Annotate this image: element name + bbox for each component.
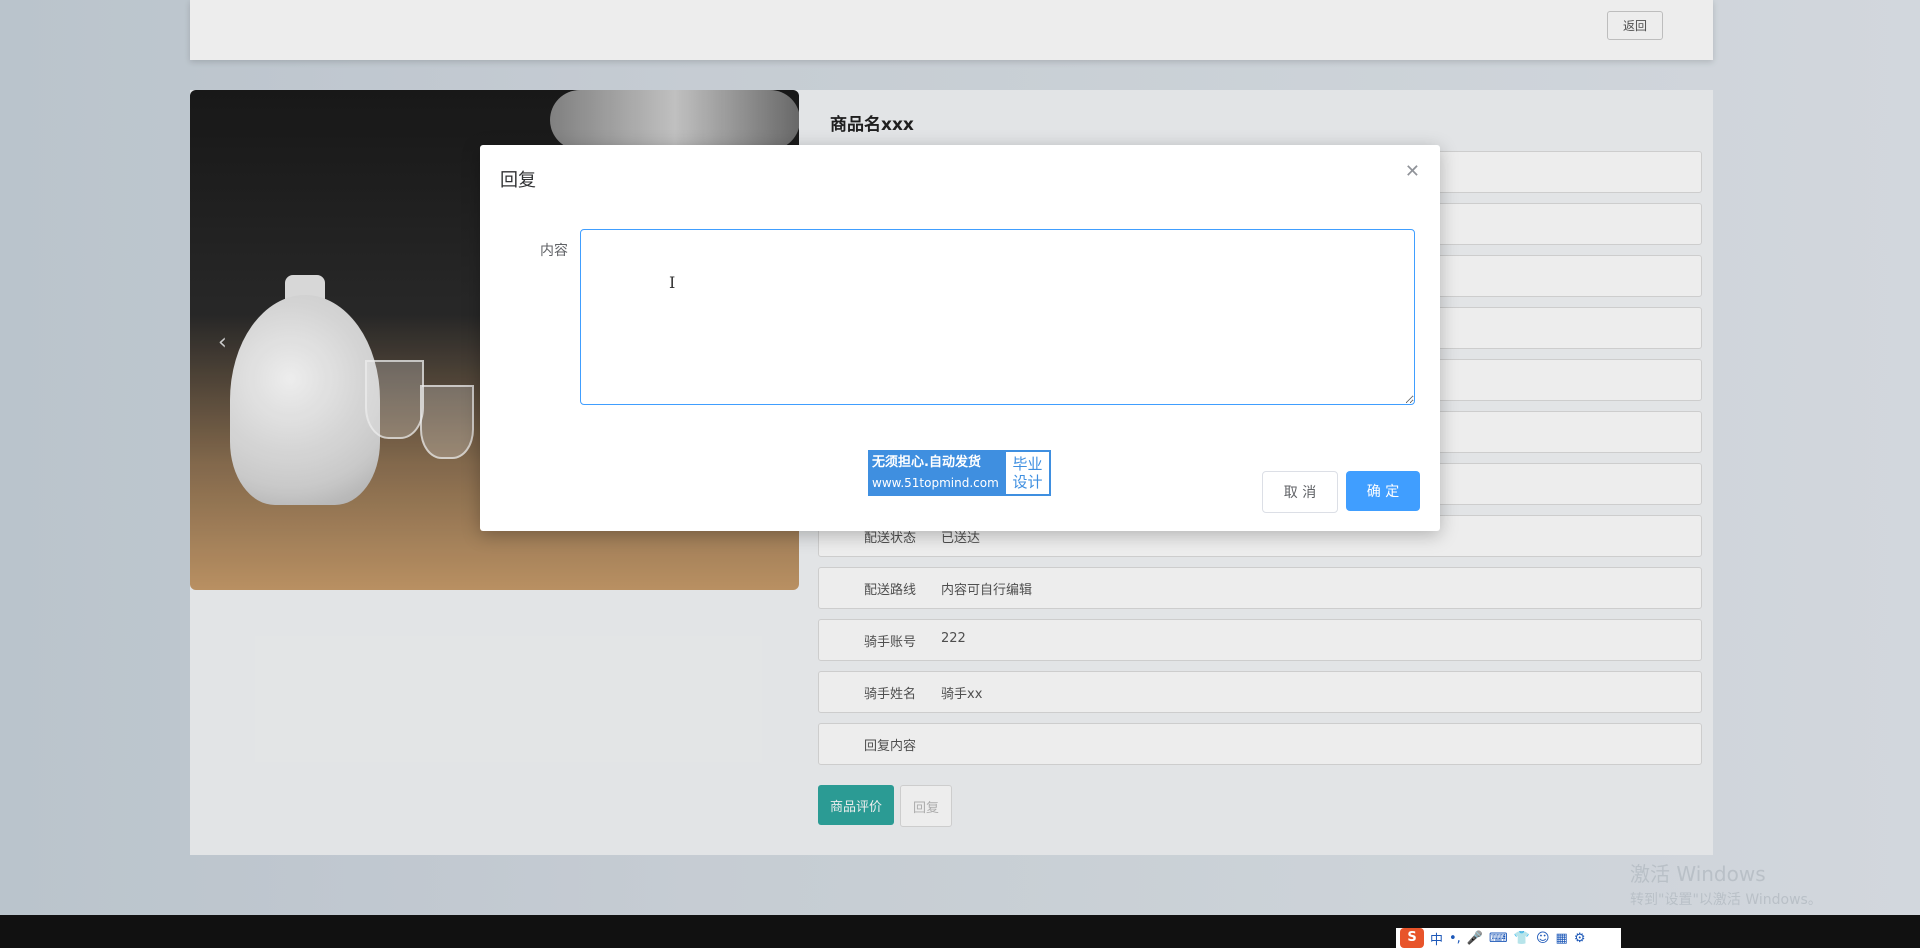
- microphone-icon[interactable]: 🎤: [1467, 931, 1483, 946]
- keyboard-icon[interactable]: ⌨: [1489, 931, 1508, 946]
- ime-toolbar[interactable]: S 中 •, 🎤 ⌨ 👕 ☺ ▦ ⚙: [1396, 928, 1621, 948]
- text-cursor-icon: I: [669, 273, 676, 292]
- content-textarea[interactable]: [580, 229, 1415, 405]
- cancel-button[interactable]: 取 消: [1262, 471, 1338, 513]
- ad-text: 无须担心.自动发货 www.51topmind.com: [868, 450, 1004, 496]
- ad-banner[interactable]: 无须担心.自动发货 www.51topmind.com 毕业 设计: [868, 450, 1051, 496]
- close-icon[interactable]: ✕: [1405, 161, 1420, 182]
- ad-slogan: 无须担心.自动发货: [872, 455, 981, 470]
- ime-punctuation-toggle[interactable]: •,: [1449, 931, 1461, 946]
- content-label: 内容: [540, 243, 568, 259]
- dialog-title: 回复: [500, 170, 536, 191]
- skin-icon[interactable]: 👕: [1514, 931, 1530, 946]
- ad-badge-line: 设计: [1012, 473, 1043, 491]
- ad-badge-line: 毕业: [1012, 455, 1043, 473]
- toolbox-icon[interactable]: ▦: [1556, 931, 1568, 946]
- watermark-title: 激活 Windows: [1630, 862, 1766, 886]
- sogou-ime-icon[interactable]: S: [1400, 928, 1424, 948]
- taskbar: [0, 915, 1920, 948]
- ad-url: www.51topmind.com: [872, 476, 999, 490]
- watermark-subtitle: 转到"设置"以激活 Windows。: [1630, 892, 1822, 908]
- windows-activation-watermark: 激活 Windows 转到"设置"以激活 Windows。: [1630, 858, 1822, 909]
- settings-icon[interactable]: ⚙: [1574, 931, 1586, 946]
- confirm-button[interactable]: 确 定: [1346, 471, 1420, 511]
- ime-language-toggle[interactable]: 中: [1430, 929, 1443, 948]
- ad-badge: 毕业 设计: [1004, 450, 1051, 496]
- emoji-icon[interactable]: ☺: [1536, 931, 1550, 946]
